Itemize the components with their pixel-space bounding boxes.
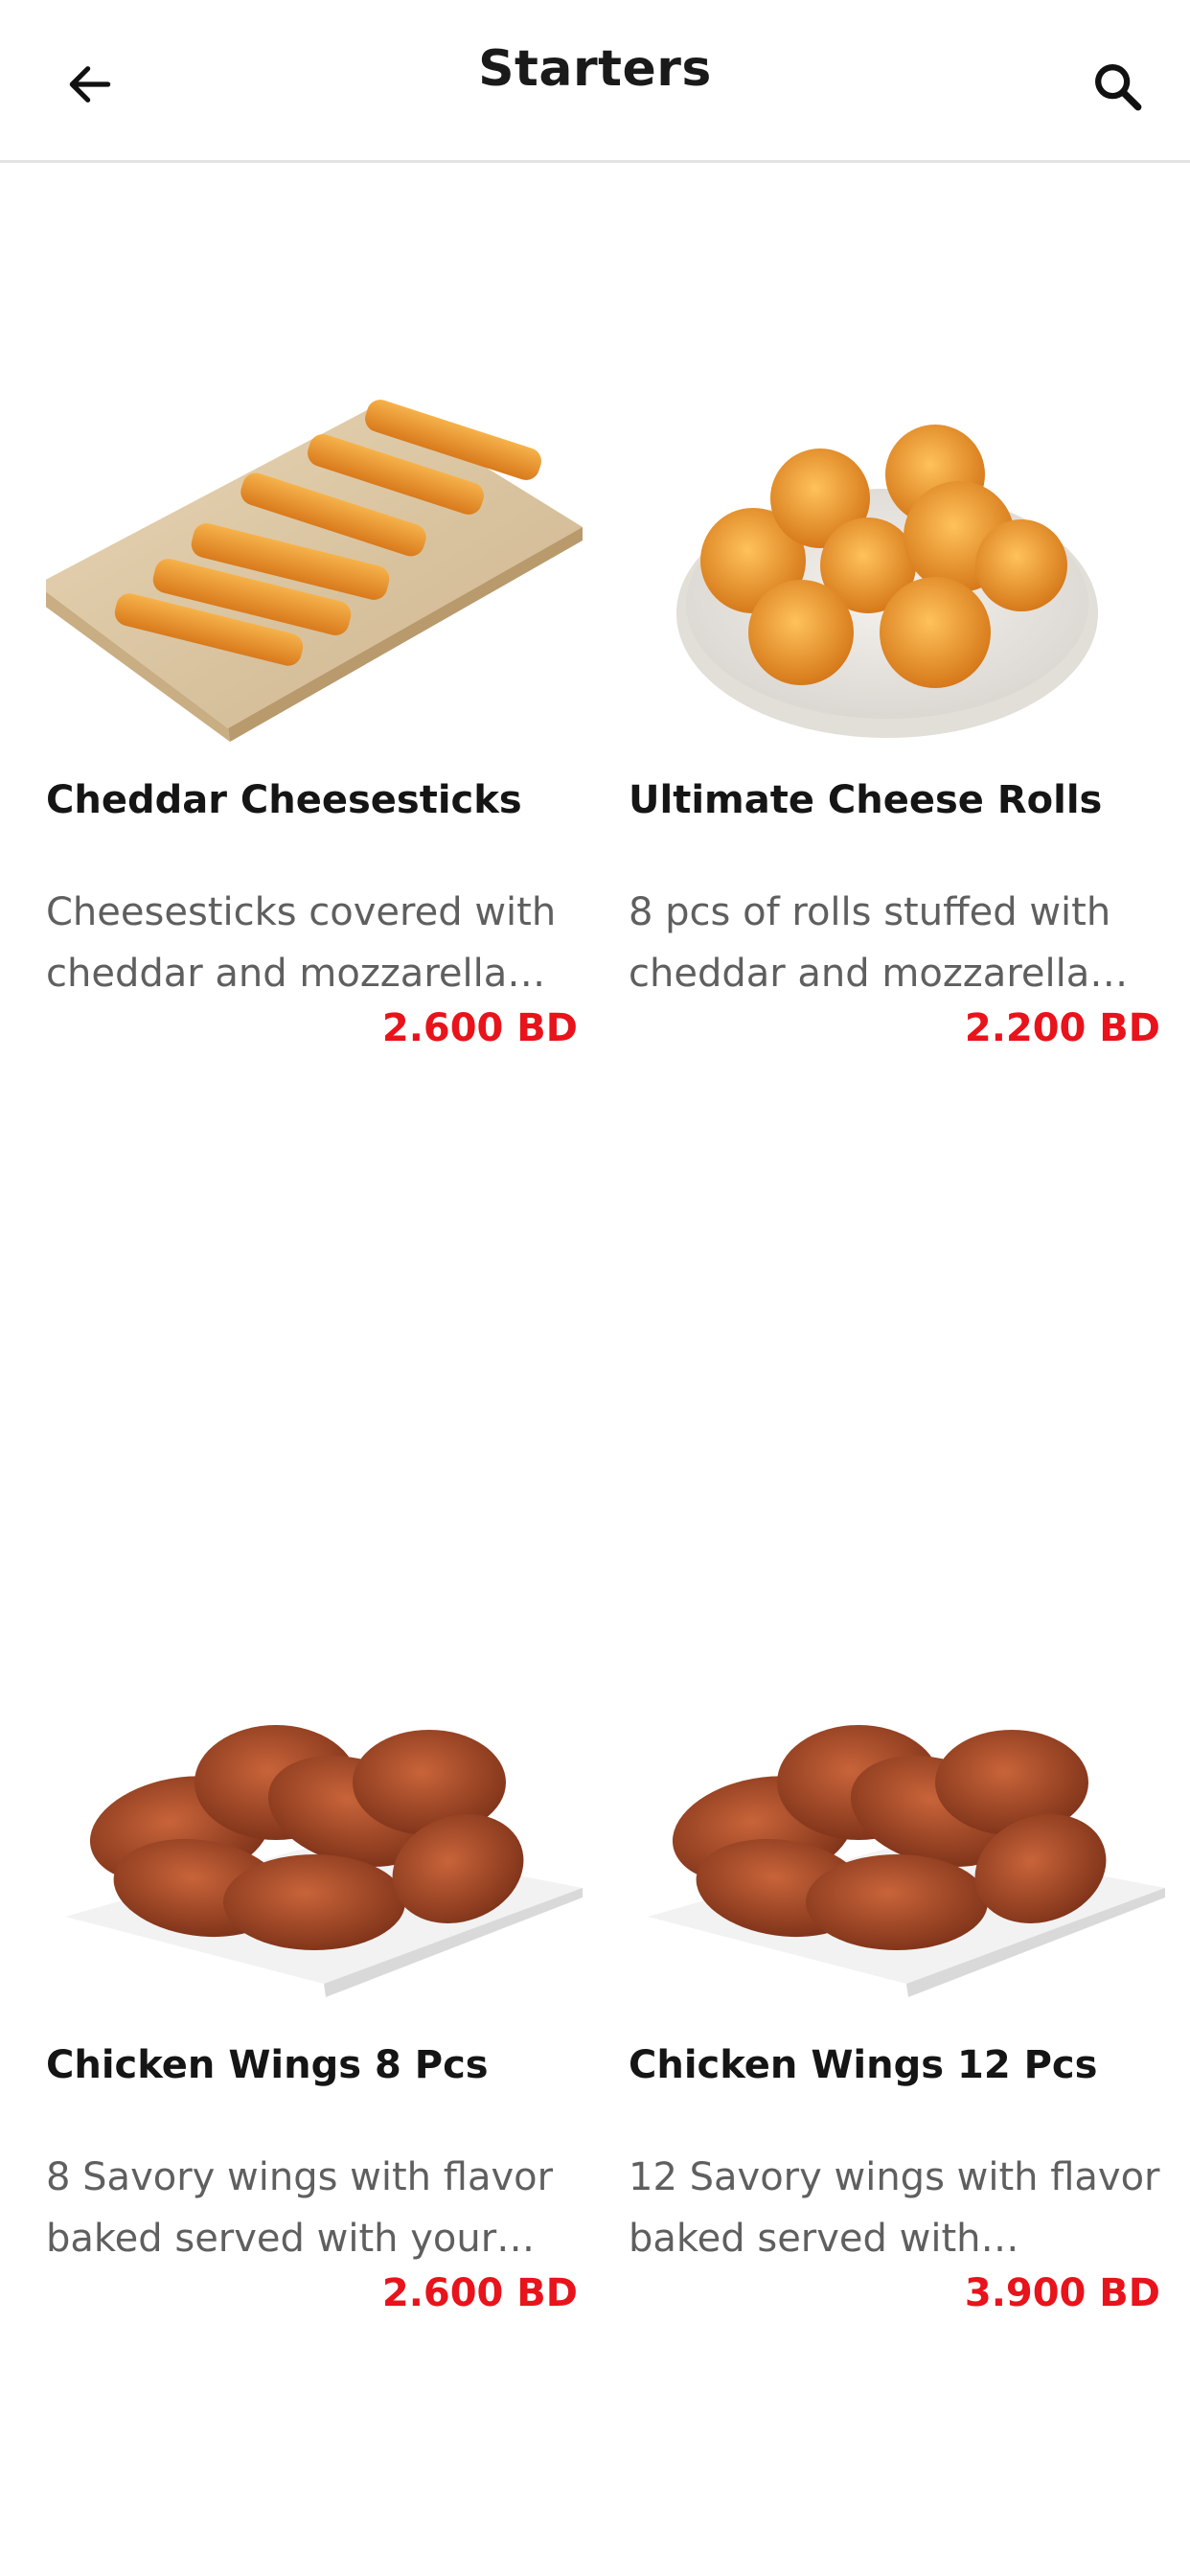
search-icon (1095, 64, 1142, 111)
product-description: 8 pcs of rolls stuffed with cheddar and … (629, 890, 1129, 996)
product-name: Chicken Wings 8 Pcs (46, 2043, 489, 2087)
product-description: Cheesesticks covered with cheddar and mo… (46, 890, 557, 996)
chicken-wings-image[interactable] (46, 1600, 583, 2041)
product-name: Cheddar Cheesesticks (46, 778, 522, 822)
product-name: Chicken Wings 12 Pcs (629, 2043, 1098, 2087)
product-price: 3.900 BD (964, 2271, 1160, 2315)
product-description: 12 Savory wings with flavor baked served… (629, 2155, 1160, 2261)
product-grid: Cheddar Cheesesticks Cheesesticks covere… (0, 163, 1190, 2576)
cheese-rolls-image[interactable] (629, 335, 1165, 776)
product-price: 2.600 BD (381, 1006, 578, 1050)
product-name: Ultimate Cheese Rolls (629, 778, 1103, 822)
chicken-wings-image[interactable] (629, 1600, 1165, 2041)
product-card[interactable]: Ultimate Cheese Rolls 8 pcs of rolls stu… (629, 335, 1165, 1052)
product-price: 2.600 BD (381, 2271, 578, 2315)
app-header: Starters (0, 0, 1190, 163)
page-title: Starters (478, 40, 712, 98)
product-description: 8 Savory wings with flavor baked served … (46, 2155, 554, 2261)
product-card[interactable]: Cheddar Cheesesticks Cheesesticks covere… (46, 335, 583, 1052)
product-card[interactable]: Chicken Wings 12 Pcs 12 Savory wings wit… (629, 1600, 1165, 2317)
product-card[interactable]: Chicken Wings 8 Pcs 8 Savory wings with … (46, 1600, 583, 2317)
product-price: 2.200 BD (964, 1006, 1160, 1050)
search-button[interactable] (1083, 52, 1152, 121)
cheesesticks-image[interactable] (46, 335, 583, 776)
